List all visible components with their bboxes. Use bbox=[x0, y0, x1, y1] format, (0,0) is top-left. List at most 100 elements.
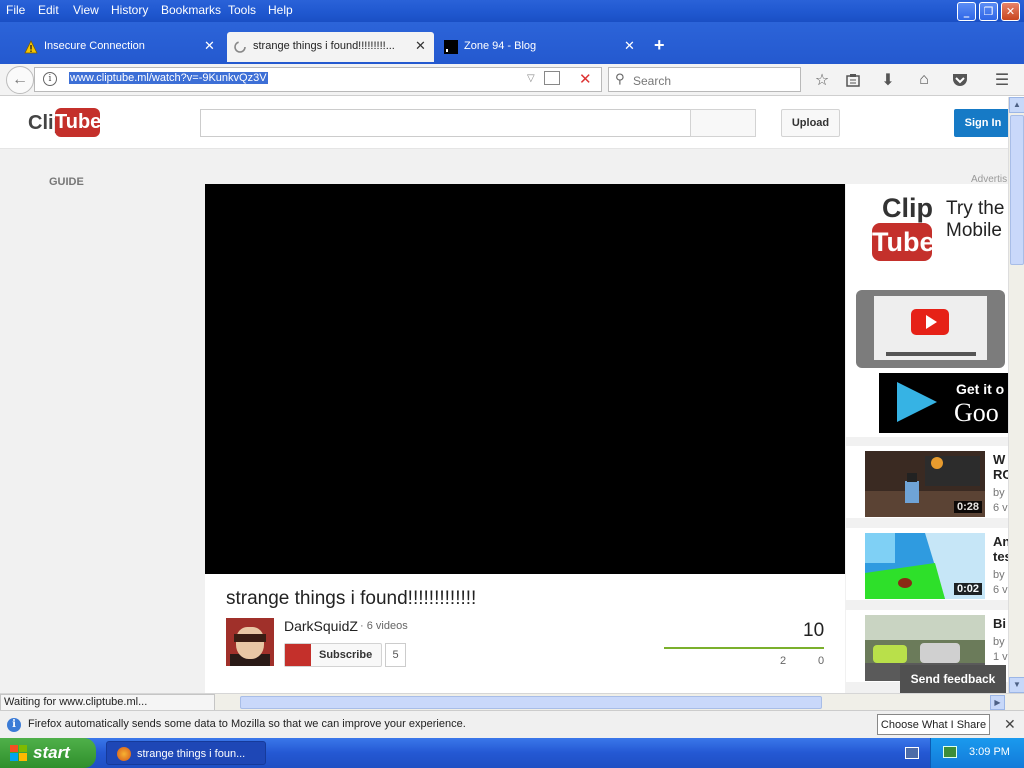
menu-bookmarks[interactable]: Bookmarks bbox=[161, 3, 221, 17]
taskbar-item-firefox[interactable]: strange things i foun... bbox=[106, 741, 266, 765]
dislike-count[interactable]: 0 bbox=[818, 655, 824, 667]
tab-active-video[interactable]: strange things i found!!!!!!!!!... ✕ bbox=[227, 32, 434, 62]
stop-loading-icon[interactable]: ✕ bbox=[579, 70, 592, 88]
start-button[interactable]: start bbox=[0, 738, 96, 768]
site-header: Clip Tube Upload Sign In bbox=[0, 97, 1008, 149]
start-label: start bbox=[33, 743, 70, 762]
menu-file[interactable]: File bbox=[6, 3, 25, 17]
restore-icon[interactable]: ❐ bbox=[979, 2, 998, 21]
video-duration: 0:28 bbox=[953, 501, 982, 513]
video-player[interactable] bbox=[205, 184, 845, 574]
choose-what-i-share-button[interactable]: Choose What I Share bbox=[877, 714, 990, 735]
reading-list-icon[interactable] bbox=[843, 70, 863, 90]
menu-icon[interactable]: ☰ bbox=[992, 70, 1012, 90]
taskbar-item-label: strange things i foun... bbox=[137, 748, 246, 760]
site-search-input[interactable] bbox=[200, 109, 691, 137]
status-bar: Waiting for www.cliptube.ml... ▶ bbox=[0, 693, 1024, 711]
menu-bar: File Edit View History Bookmarks Tools H… bbox=[0, 0, 1024, 22]
like-count[interactable]: 2 bbox=[780, 655, 786, 667]
page-viewport: Clip Tube Upload Sign In GUIDE Advertis … bbox=[0, 97, 1008, 693]
navigation-toolbar: ← i www.cliptube.ml/watch?v=-9KunkvQz3V … bbox=[0, 64, 1024, 96]
subscribe-icon bbox=[285, 644, 311, 666]
search-input[interactable]: ⚲ Search bbox=[608, 67, 801, 92]
guide-button[interactable]: GUIDE bbox=[49, 176, 84, 188]
dropdown-arrow-icon[interactable]: ▽ bbox=[527, 73, 535, 84]
scroll-up-icon[interactable]: ▲ bbox=[1009, 97, 1024, 113]
video-duration: 0:02 bbox=[953, 583, 982, 595]
scroll-down-icon[interactable]: ▼ bbox=[1009, 677, 1024, 693]
tab-close-icon[interactable]: ✕ bbox=[624, 38, 635, 54]
related-video-title[interactable]: An tes bbox=[993, 534, 1008, 564]
loading-icon bbox=[234, 41, 246, 53]
notification-bar: i Firefox automatically sends some data … bbox=[0, 710, 1024, 738]
menu-history[interactable]: History bbox=[111, 3, 148, 17]
subscribe-label: Subscribe bbox=[319, 649, 373, 661]
info-icon: i bbox=[7, 718, 21, 732]
related-video-views: 6 v bbox=[993, 584, 1008, 596]
new-tab-icon[interactable]: + bbox=[654, 35, 665, 56]
tab-zone94-blog[interactable]: Zone 94 - Blog ✕ bbox=[438, 32, 643, 62]
like-ratio-fill bbox=[664, 647, 824, 649]
warning-icon bbox=[24, 40, 38, 54]
menu-tools[interactable]: Tools bbox=[228, 3, 256, 17]
channel-video-count[interactable]: · 6 videos bbox=[360, 620, 408, 632]
network-icon[interactable] bbox=[943, 746, 957, 758]
subscriber-count: 5 bbox=[385, 643, 406, 667]
bookmark-star-icon[interactable]: ☆ bbox=[812, 70, 832, 90]
search-icon: ⚲ bbox=[615, 71, 625, 86]
vertical-scrollbar[interactable]: ▲ ▼ bbox=[1008, 97, 1024, 693]
tab-close-icon[interactable]: ✕ bbox=[204, 38, 215, 54]
status-text: Waiting for www.cliptube.ml... bbox=[0, 694, 215, 711]
windows-logo-icon bbox=[10, 745, 27, 761]
system-tray: 3:09 PM bbox=[930, 738, 1024, 768]
sidebar-advertisement[interactable]: Clip Tube Try the Mobile Get it o Goo bbox=[846, 184, 1008, 437]
search-placeholder: Search bbox=[633, 74, 672, 88]
tab-label: Zone 94 - Blog bbox=[464, 40, 537, 52]
like-ratio-bar bbox=[664, 647, 824, 649]
reader-view-icon[interactable] bbox=[544, 71, 560, 85]
tab-label: Insecure Connection bbox=[44, 40, 145, 52]
arrow-left-icon: ← bbox=[12, 71, 28, 88]
related-video-title[interactable]: W RC bbox=[993, 452, 1008, 482]
notification-text: Firefox automatically sends some data to… bbox=[28, 718, 466, 730]
keyboard-icon[interactable] bbox=[905, 747, 919, 759]
minimize-icon[interactable]: _ bbox=[957, 2, 976, 21]
clock[interactable]: 3:09 PM bbox=[969, 746, 1010, 758]
home-icon[interactable]: ⌂ bbox=[914, 70, 934, 90]
related-video-item[interactable]: 0:28 W RC by 6 v bbox=[846, 446, 1008, 518]
send-feedback-button[interactable]: Send feedback bbox=[900, 665, 1006, 693]
related-video-item[interactable]: 0:02 An tes by 6 v bbox=[846, 528, 1008, 600]
video-info-panel: strange things i found!!!!!!!!!!!!! Dark… bbox=[205, 574, 845, 693]
related-video-views: 6 v bbox=[993, 502, 1008, 514]
ad-logo-clip: Clip bbox=[882, 193, 933, 223]
google-play-badge[interactable]: Get it o Goo bbox=[879, 373, 1008, 433]
address-bar[interactable]: i www.cliptube.ml/watch?v=-9KunkvQz3V ▽ … bbox=[34, 67, 602, 92]
upload-button[interactable]: Upload bbox=[781, 109, 840, 137]
menu-edit[interactable]: Edit bbox=[38, 3, 59, 17]
avatar[interactable] bbox=[226, 618, 274, 666]
menu-help[interactable]: Help bbox=[268, 3, 293, 17]
tab-strip: Insecure Connection ✕ strange things i f… bbox=[0, 22, 1024, 64]
scrollbar-thumb[interactable] bbox=[1010, 115, 1024, 265]
download-icon[interactable]: ⬇ bbox=[878, 70, 898, 90]
firefox-icon bbox=[117, 747, 131, 761]
pocket-icon[interactable] bbox=[950, 70, 970, 90]
related-video-title[interactable]: Bi bbox=[993, 616, 1006, 631]
tab-insecure-connection[interactable]: Insecure Connection ✕ bbox=[18, 32, 223, 62]
site-search-button[interactable] bbox=[690, 109, 756, 137]
ad-logo-tube: Tube bbox=[872, 223, 935, 261]
back-button[interactable]: ← bbox=[6, 66, 34, 94]
close-icon[interactable]: ✕ bbox=[1004, 716, 1016, 733]
subscribe-button[interactable]: Subscribe bbox=[284, 643, 382, 667]
url-text[interactable]: www.cliptube.ml/watch?v=-9KunkvQz3V bbox=[69, 72, 268, 84]
tab-close-icon[interactable]: ✕ bbox=[415, 38, 426, 54]
menu-view[interactable]: View bbox=[73, 3, 99, 17]
channel-name-link[interactable]: DarkSquidZ bbox=[284, 618, 358, 634]
ad-headline: Try the Mobile bbox=[946, 198, 1005, 241]
info-icon[interactable]: i bbox=[43, 72, 57, 86]
close-icon[interactable]: ✕ bbox=[1001, 2, 1020, 21]
related-video-views: 1 v bbox=[993, 651, 1008, 663]
scroll-right-icon[interactable]: ▶ bbox=[990, 695, 1005, 710]
horizontal-scrollbar-thumb[interactable] bbox=[240, 696, 822, 709]
sign-in-button[interactable]: Sign In bbox=[954, 109, 1008, 137]
